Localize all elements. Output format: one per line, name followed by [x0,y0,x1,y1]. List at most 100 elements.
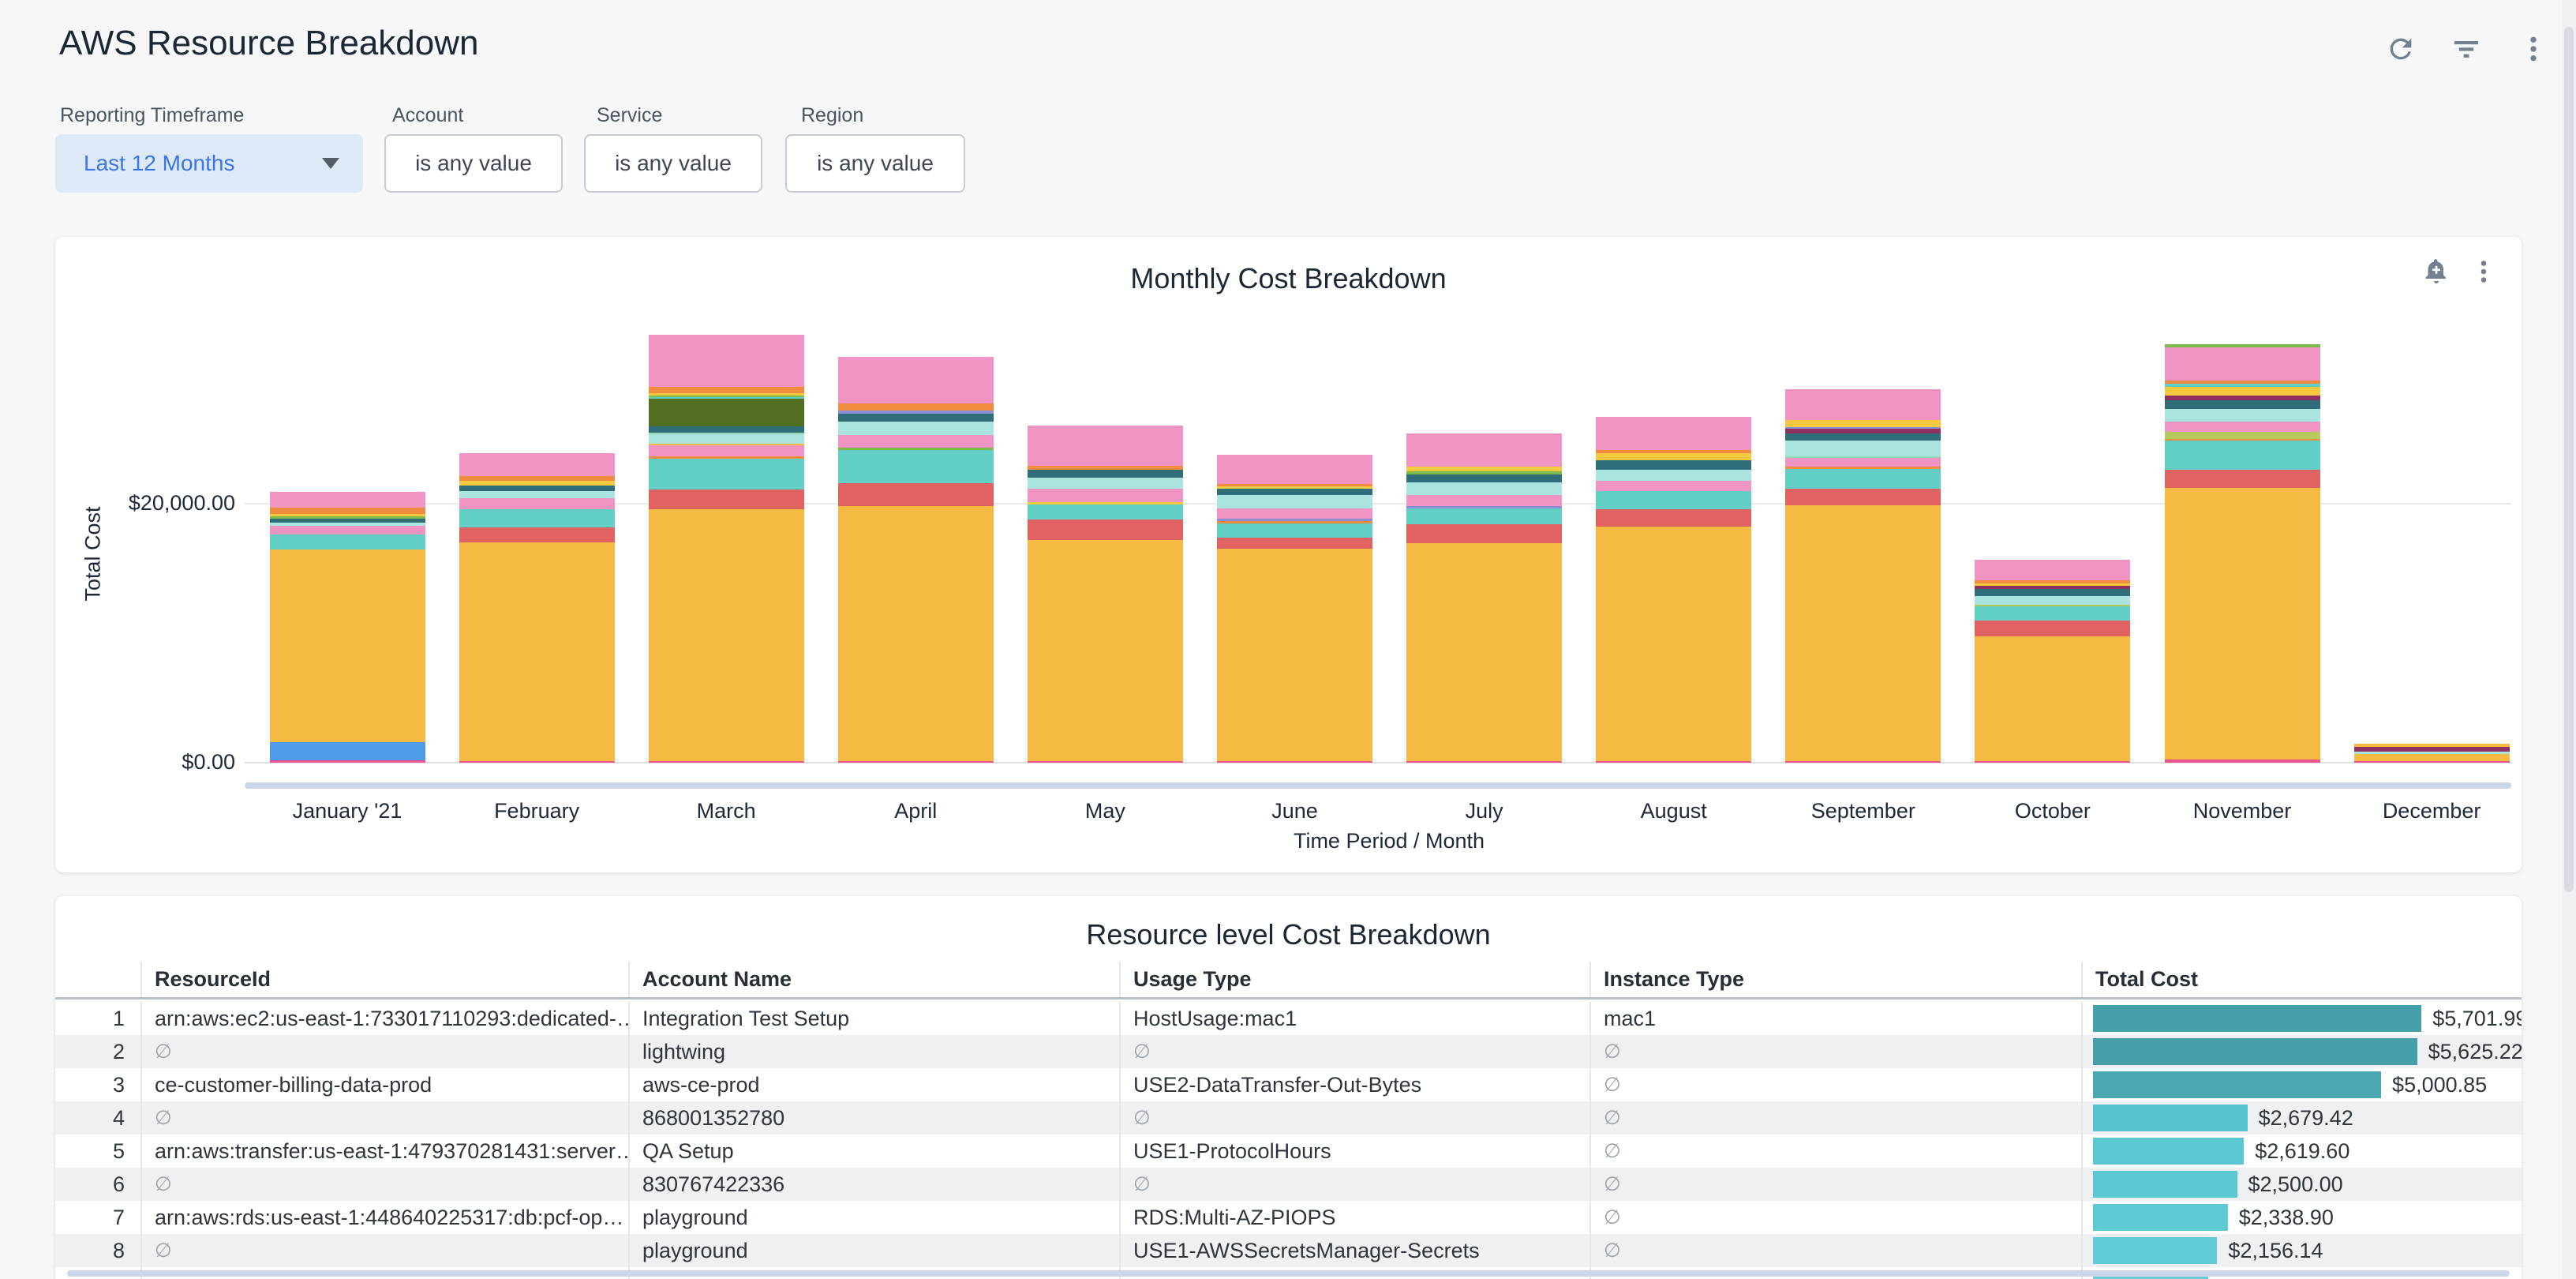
filter-icon[interactable] [2451,33,2482,65]
bar-segment-darkTeal[interactable] [1217,489,1372,495]
table-horizontal-scrollbar[interactable] [67,1270,2510,1277]
bar-segment-paleCyan[interactable] [459,491,615,498]
bar-segment-pink[interactable] [1406,433,1562,466]
kebab-menu-icon[interactable] [2469,257,2498,286]
account-filter-button[interactable]: is any value [384,134,563,193]
table-row[interactable]: 6∅830767422336∅∅$2,500.00 [55,1168,2522,1201]
header-usage-type[interactable]: Usage Type [1119,962,1589,997]
table-row[interactable]: 4∅868001352780∅∅$2,679.42 [55,1101,2522,1135]
bar-segment-magenta[interactable] [1975,761,2130,763]
resource-id-cell[interactable]: arn:aws:transfer:us-east-1:479370281431:… [140,1135,628,1168]
stacked-bar-8[interactable] [1596,417,1751,763]
bar-segment-pink[interactable] [1406,495,1562,506]
bar-segment-pink[interactable] [838,357,994,403]
total-cost-cell[interactable]: $2,500.00 [2081,1168,2522,1201]
bar-segment-magenta[interactable] [2354,761,2510,763]
bar-segment-red[interactable] [1028,519,1183,540]
resource-id-cell[interactable]: arn:aws:ec2:us-east-1:733017110293:dedic… [140,1002,628,1035]
table-row[interactable]: 2∅lightwing∅∅$5,625.22 [55,1035,2522,1068]
bar-segment-pink[interactable] [459,453,615,476]
bar-segment-pink[interactable] [1596,481,1751,491]
usage-type-cell[interactable]: USE2-DataTransfer-Out-Bytes [1119,1068,1589,1101]
total-cost-cell[interactable]: $2,679.42 [2081,1101,2522,1135]
bar-segment-teal[interactable] [838,450,994,483]
chart-horizontal-scrollbar[interactable] [245,782,2511,789]
instance-type-cell[interactable]: ∅ [1589,1135,2081,1168]
kebab-menu-icon[interactable] [2518,33,2549,65]
bar-segment-yellow[interactable] [2165,387,2320,396]
total-cost-cell[interactable]: $2,156.14 [2081,1234,2522,1267]
bar-segment-red[interactable] [459,527,615,542]
bar-segment-magenta[interactable] [459,761,615,763]
bar-segment-darkTeal[interactable] [1785,433,1941,441]
bar-segment-red[interactable] [1975,621,2130,636]
total-cost-cell[interactable]: $2,619.60 [2081,1135,2522,1168]
table-row[interactable]: 5arn:aws:transfer:us-east-1:479370281431… [55,1135,2522,1168]
total-cost-cell[interactable]: $5,701.99 [2081,1002,2522,1035]
bar-segment-magenta[interactable] [2165,760,2320,763]
resource-id-cell[interactable]: ∅ [140,1035,628,1068]
resource-id-cell[interactable]: arn:aws:rds:us-east-1:448640225317:db:pc… [140,1201,628,1234]
bar-segment-teal[interactable] [1217,523,1372,538]
account-name-cell[interactable]: playground [628,1234,1119,1267]
usage-type-cell[interactable]: ∅ [1119,1101,1589,1135]
bar-segment-amber[interactable] [459,542,615,761]
usage-type-cell[interactable]: USE1-AWSSecretsManager-Secrets [1119,1234,1589,1267]
account-name-cell[interactable]: 830767422336 [628,1168,1119,1201]
bar-segment-lime[interactable] [2165,432,2320,438]
table-row[interactable]: 8∅playgroundUSE1-AWSSecretsManager-Secre… [55,1234,2522,1267]
resource-id-cell[interactable]: ∅ [140,1168,628,1201]
refresh-icon[interactable] [2385,33,2417,65]
total-cost-cell[interactable]: $5,625.22 [2081,1035,2522,1068]
bar-segment-pink[interactable] [270,526,425,534]
bar-segment-pink[interactable] [2165,347,2320,381]
bar-segment-teal[interactable] [1406,508,1562,524]
instance-type-cell[interactable]: ∅ [1589,1068,2081,1101]
bar-segment-magenta[interactable] [838,761,994,763]
bar-segment-paleCyan[interactable] [1406,482,1562,495]
instance-type-cell[interactable]: mac1 [1589,1002,2081,1035]
bar-segment-yellow[interactable] [1596,453,1751,460]
stacked-bar-9[interactable] [1785,389,1941,763]
bar-segment-pink[interactable] [2165,422,2320,432]
bar-segment-paleCyan[interactable] [2165,409,2320,422]
stacked-bar-6[interactable] [1217,455,1372,763]
usage-type-cell[interactable]: USE1-ProtocolHours [1119,1135,1589,1168]
bar-segment-magenta[interactable] [1596,761,1751,763]
bar-segment-pink[interactable] [1028,489,1183,502]
bar-segment-darkTeal[interactable] [2165,400,2320,409]
bar-segment-red[interactable] [1406,524,1562,543]
bar-segment-paleCyan[interactable] [1028,478,1183,489]
timeframe-select[interactable]: Last 12 Months [55,134,363,193]
stacked-bar-5[interactable] [1028,426,1183,763]
bar-segment-red[interactable] [1596,509,1751,527]
bar-segment-orange[interactable] [838,403,994,411]
total-cost-cell[interactable]: $2,338.90 [2081,1201,2522,1234]
bar-segment-red[interactable] [649,489,804,509]
bar-segment-orange[interactable] [270,508,425,514]
instance-type-cell[interactable]: ∅ [1589,1035,2081,1068]
bar-segment-paleCyan[interactable] [649,434,804,444]
bar-segment-darkTeal[interactable] [459,486,615,491]
bar-segment-pink[interactable] [270,492,425,508]
bell-plus-icon[interactable] [2422,257,2451,286]
bar-segment-paleCyan[interactable] [838,422,994,435]
bar-segment-magenta[interactable] [1785,761,1941,763]
bar-segment-darkTeal[interactable] [1596,460,1751,470]
bar-segment-paleCyan[interactable] [1596,470,1751,481]
stacked-bar-12[interactable] [2354,744,2510,763]
account-name-cell[interactable]: aws-ce-prod [628,1068,1119,1101]
account-name-cell[interactable]: QA Setup [628,1135,1119,1168]
bar-segment-darkTeal[interactable] [838,414,994,422]
bar-segment-olive[interactable] [649,399,804,426]
bar-segment-red[interactable] [1217,538,1372,549]
account-name-cell[interactable]: lightwing [628,1035,1119,1068]
bar-segment-pink[interactable] [1785,458,1941,467]
bar-segment-pink[interactable] [1217,455,1372,483]
account-name-cell[interactable]: Integration Test Setup [628,1002,1119,1035]
header-total-cost[interactable]: Total Cost [2081,962,2522,997]
resource-id-cell[interactable]: ∅ [140,1234,628,1267]
bar-segment-magenta[interactable] [1028,761,1183,763]
bar-segment-yellow[interactable] [1406,467,1562,472]
page-scrollbar-track[interactable] [2562,0,2576,1279]
